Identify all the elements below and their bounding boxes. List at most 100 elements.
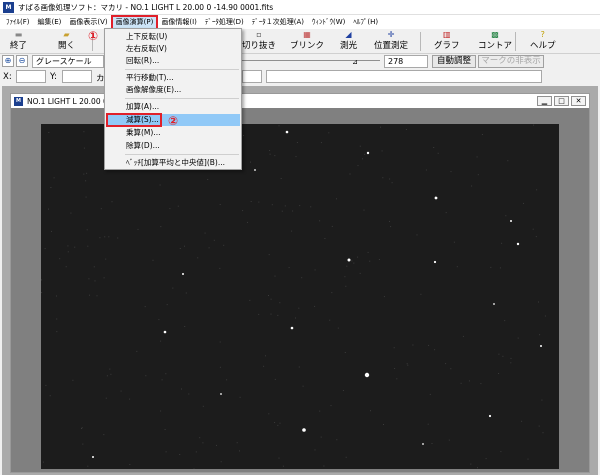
noise-pixel [485, 458, 487, 460]
noise-pixel [67, 251, 69, 253]
noise-pixel [481, 134, 483, 135]
menu-help[interactable]: ﾍﾙﾌﾟ(H) [349, 16, 382, 29]
noise-pixel [103, 434, 105, 436]
menu-edit[interactable]: 編集(E) [34, 16, 66, 29]
menu-item-rotate[interactable]: 回転(R)... [106, 55, 240, 67]
noise-pixel [165, 373, 167, 375]
menu-item-flip-horizontal[interactable]: 左右反転(V) [106, 43, 240, 55]
slider-thumb-icon[interactable]: ⊿ [352, 58, 358, 66]
level-input[interactable]: 278 [384, 55, 428, 68]
noise-pixel [50, 187, 52, 188]
noise-pixel [243, 135, 244, 136]
noise-pixel [499, 267, 501, 269]
help-button[interactable]: ? ヘルプ [530, 30, 556, 53]
menu-item-flip-vertical[interactable]: 上下反転(U) [106, 31, 240, 43]
menu-item-divide[interactable]: 除算(D)... [106, 140, 240, 152]
noise-pixel [177, 205, 179, 207]
noise-pixel [250, 161, 251, 163]
noise-pixel [498, 373, 500, 374]
auto-adjust-button[interactable]: 自動調整 [432, 55, 476, 68]
menu-file[interactable]: ﾌｧｲﾙ(F) [2, 16, 34, 29]
star [290, 326, 294, 330]
noise-pixel [281, 210, 283, 212]
folder-icon: ▰ [63, 30, 70, 39]
noise-pixel [94, 280, 96, 282]
graph-icon: ▥ [442, 30, 451, 39]
star [433, 260, 437, 264]
noise-pixel [81, 428, 82, 429]
noise-pixel [166, 304, 168, 306]
menu-separator [125, 154, 239, 155]
exit-icon: ▬ [14, 30, 23, 39]
menu-separator [125, 69, 239, 70]
y-field [62, 70, 92, 83]
noise-pixel [51, 230, 52, 232]
noise-pixel [405, 129, 407, 130]
noise-pixel [258, 313, 260, 315]
noise-pixel [87, 245, 89, 247]
noise-pixel [292, 210, 294, 212]
hide-marks-button[interactable]: マークの非表示 [478, 55, 544, 68]
noise-pixel [433, 147, 435, 148]
menu-item-translate[interactable]: 平行移動(T)... [106, 72, 240, 84]
menu-item-add[interactable]: 加算(A)... [106, 101, 240, 113]
contour-button[interactable]: ▩ コントア [478, 30, 512, 53]
menu-data-processing[interactable]: ﾃﾞｰﾀ処理(D) [201, 16, 248, 29]
menu-item-multiply[interactable]: 乗算(M)... [106, 127, 240, 139]
zoom-out-icon[interactable]: ⊖ [16, 55, 28, 67]
maximize-icon[interactable]: □ [554, 96, 569, 106]
position-button[interactable]: ✛ 位置測定 [374, 30, 408, 53]
graph-button[interactable]: ▥ グラフ [434, 30, 460, 53]
noise-pixel [282, 465, 284, 467]
star [488, 414, 492, 418]
noise-pixel [213, 239, 215, 241]
star [516, 242, 520, 246]
noise-pixel [269, 150, 271, 151]
noise-pixel [83, 147, 85, 149]
photometry-button[interactable]: ◢ 測光 [340, 30, 357, 53]
noise-pixel [383, 424, 384, 425]
menu-view[interactable]: 画像表示(V) [65, 16, 111, 29]
noise-pixel [477, 174, 479, 176]
minimize-icon[interactable]: ▁ [537, 96, 552, 106]
app-title: すばる画像処理ソフト：マカリ - NO.1 LIGHT L 20.00 0 -1… [18, 2, 274, 12]
noise-pixel [67, 245, 69, 247]
coordinate-bar: X: Y: カ [0, 69, 600, 85]
noise-pixel [105, 258, 107, 260]
noise-pixel [477, 467, 478, 469]
menu-image-operation[interactable]: 画像演算(P) [110, 14, 159, 30]
noise-pixel [271, 204, 273, 206]
end-button[interactable]: ▬ 終了 [10, 30, 27, 53]
zoom-in-icon[interactable]: ⊕ [2, 55, 14, 67]
menu-data-primary[interactable]: ﾃﾞｰﾀ１次処理(A) [248, 16, 308, 29]
star-field-image[interactable] [41, 124, 559, 469]
noise-pixel [295, 156, 297, 158]
noise-pixel [346, 265, 348, 267]
open-button[interactable]: ▰ 開く [58, 30, 75, 53]
noise-pixel [445, 363, 447, 365]
noise-pixel [538, 425, 540, 427]
noise-pixel [41, 292, 43, 294]
noise-pixel [510, 362, 512, 364]
noise-pixel [219, 267, 221, 269]
menu-item-resolution[interactable]: 画像解像度(E)... [106, 84, 240, 96]
noise-pixel [279, 302, 281, 304]
noise-pixel [324, 238, 326, 239]
level-slider[interactable] [242, 60, 380, 61]
noise-pixel [181, 388, 182, 390]
noise-pixel [359, 272, 361, 274]
menubar: ﾌｧｲﾙ(F) 編集(E) 画像表示(V) 画像演算(P) 画像情報(I) ﾃﾞ… [0, 14, 600, 30]
crop-button[interactable]: ▫ 切り抜き [242, 30, 276, 53]
menu-image-info[interactable]: 画像情報(I) [157, 16, 201, 29]
noise-pixel [164, 429, 166, 430]
noise-pixel [279, 422, 281, 424]
menu-window[interactable]: ｳｨﾝﾄﾞｳ(W) [308, 16, 349, 29]
noise-pixel [394, 368, 396, 369]
menu-item-batch[interactable]: ﾍﾞｯﾁ[加算平均と中央値](B)... [106, 157, 240, 169]
close-icon[interactable]: ✕ [571, 96, 586, 106]
display-mode-select[interactable]: グレースケール [32, 55, 104, 68]
noise-pixel [208, 247, 210, 249]
noise-pixel [378, 259, 380, 260]
noise-pixel [336, 198, 337, 200]
blink-button[interactable]: ▦ ブリンク [290, 30, 324, 53]
